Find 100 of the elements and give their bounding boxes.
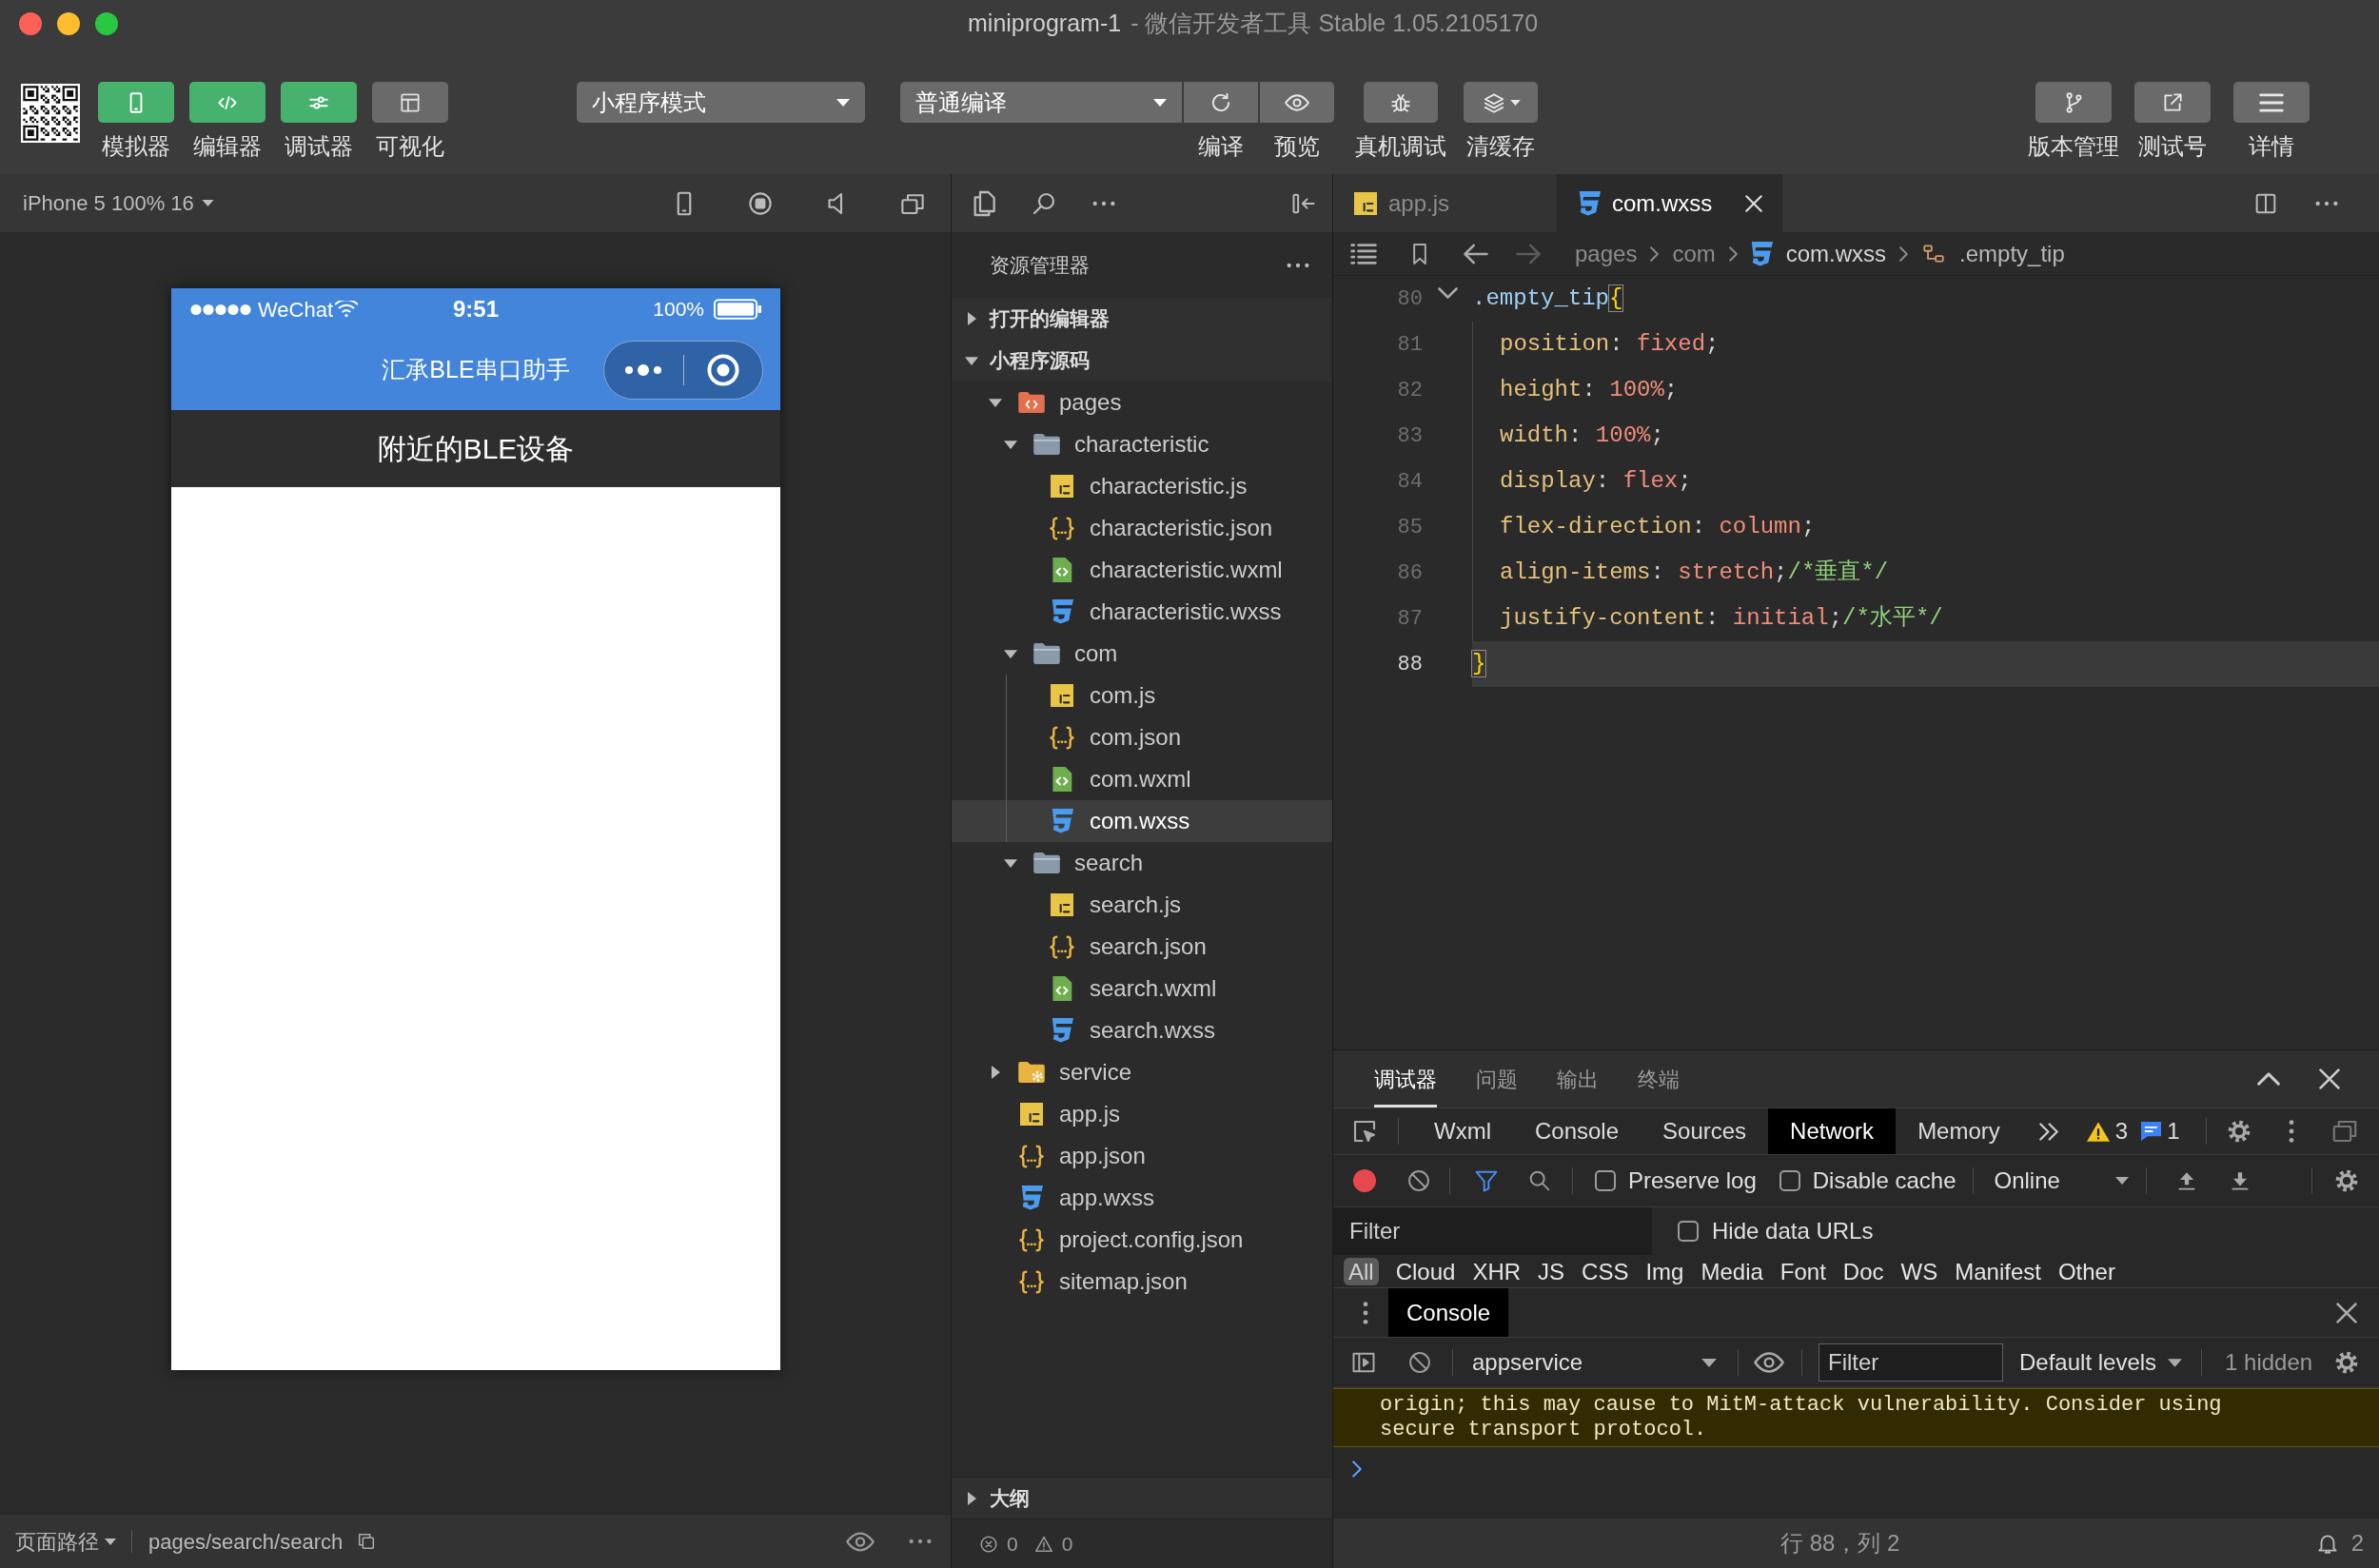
checkbox[interactable] xyxy=(1678,1221,1699,1242)
breadcrumb-item[interactable]: pages xyxy=(1575,236,1638,271)
tree-item[interactable]: com.wxml xyxy=(952,758,1332,800)
devtools-tab[interactable]: Network xyxy=(1768,1108,1897,1154)
type-filter[interactable]: Manifest xyxy=(1955,1258,2041,1285)
tree-item[interactable]: search.js xyxy=(952,884,1332,926)
toggle-button[interactable] xyxy=(281,82,357,123)
type-filter[interactable]: Media xyxy=(1701,1258,1763,1285)
compile-dropdown[interactable]: 普通编译 xyxy=(900,82,1182,123)
throttling-dropdown[interactable]: Online xyxy=(1994,1164,2130,1198)
checkbox-label[interactable]: Hide data URLs xyxy=(1712,1214,1874,1248)
type-filter[interactable]: WS xyxy=(1900,1258,1938,1285)
tree-item[interactable]: search.wxss xyxy=(952,1009,1332,1051)
tree-item[interactable]: app.wxss xyxy=(952,1177,1332,1219)
drawer-menu-icon[interactable] xyxy=(1363,1301,1368,1324)
tree-item[interactable]: com xyxy=(952,633,1332,675)
more-icon[interactable] xyxy=(2289,1120,2294,1143)
more-tabs-icon[interactable] xyxy=(2038,1122,2058,1141)
minimize-button[interactable] xyxy=(57,12,80,35)
clear-icon[interactable] xyxy=(1406,1167,1432,1194)
breadcrumb-item[interactable]: .empty_tip xyxy=(1959,236,2065,271)
eye-icon[interactable] xyxy=(846,1531,875,1552)
type-filter[interactable]: CSS xyxy=(1582,1258,1629,1285)
settings-icon[interactable] xyxy=(2226,1118,2252,1145)
fold-chevron-icon[interactable] xyxy=(1437,287,1458,299)
type-filter[interactable]: Img xyxy=(1645,1258,1684,1285)
device-dropdown[interactable]: iPhone 5 100% 16 xyxy=(23,187,214,219)
levels-dropdown[interactable]: Default levels xyxy=(2019,1345,2183,1380)
close-icon[interactable] xyxy=(2336,1302,2357,1323)
type-filter[interactable]: Cloud xyxy=(1395,1258,1456,1285)
type-filter[interactable]: XHR xyxy=(1472,1258,1522,1285)
toggle-button[interactable] xyxy=(98,82,174,123)
tree-item[interactable]: service xyxy=(952,1051,1332,1093)
toggle-button[interactable] xyxy=(189,82,265,123)
toolbar-button[interactable] xyxy=(2233,82,2310,123)
tree-item[interactable]: characteristic.js xyxy=(952,465,1332,507)
close-icon[interactable] xyxy=(2319,1068,2340,1089)
toolbar-button[interactable] xyxy=(1364,82,1438,123)
more-icon[interactable] xyxy=(909,1539,932,1544)
more-icon[interactable] xyxy=(1287,262,1309,268)
devtools-tab[interactable]: Wxml xyxy=(1412,1108,1513,1154)
toggle-button[interactable] xyxy=(372,82,448,123)
checkbox[interactable] xyxy=(1779,1170,1800,1191)
settings-icon[interactable] xyxy=(2333,1349,2360,1376)
more-icon[interactable] xyxy=(2315,200,2338,206)
settings-icon[interactable] xyxy=(2333,1167,2360,1194)
panel-tab[interactable]: 输出 xyxy=(1557,1050,1599,1107)
back-arrow-icon[interactable] xyxy=(1464,243,1488,265)
toolbar-button[interactable] xyxy=(1184,82,1258,123)
tree-item[interactable]: project.config.json xyxy=(952,1219,1332,1261)
tree-item[interactable]: app.js xyxy=(952,1093,1332,1135)
eye-icon[interactable] xyxy=(1754,1352,1784,1373)
toolbar-button[interactable] xyxy=(2134,82,2211,123)
section-header[interactable]: 小程序源码 xyxy=(952,340,1332,382)
devtools-tab[interactable]: Console xyxy=(1513,1108,1642,1154)
record-icon[interactable] xyxy=(1353,1169,1376,1192)
panel-tab[interactable]: 问题 xyxy=(1476,1050,1518,1107)
filter-field[interactable]: Filter xyxy=(1819,1343,2003,1382)
breadcrumb-item[interactable]: com.wxss xyxy=(1785,236,1887,271)
tree-item[interactable]: characteristic.wxss xyxy=(952,591,1332,633)
tree-item[interactable]: sitemap.json xyxy=(952,1261,1332,1303)
tree-item[interactable]: com.json xyxy=(952,716,1332,758)
tree-item[interactable]: search.wxml xyxy=(952,968,1332,1009)
mode-dropdown[interactable]: 小程序模式 xyxy=(577,82,865,123)
devtools-tab[interactable]: Sources xyxy=(1641,1108,1769,1154)
type-filter[interactable]: Font xyxy=(1779,1258,1826,1285)
checkbox[interactable] xyxy=(1595,1170,1616,1191)
toolbar-button[interactable] xyxy=(2035,82,2112,123)
filter-field[interactable]: Filter xyxy=(1333,1207,1652,1255)
tree-item[interactable]: pages xyxy=(952,382,1332,423)
chevron-up-icon[interactable] xyxy=(2257,1072,2280,1086)
close-button[interactable] xyxy=(19,12,42,35)
qr-code-icon[interactable] xyxy=(21,84,80,143)
toolbar-button[interactable] xyxy=(1260,82,1334,123)
checkbox-label[interactable]: Preserve log xyxy=(1628,1164,1757,1198)
type-filter[interactable]: JS xyxy=(1538,1258,1565,1285)
tree-item[interactable]: characteristic.wxml xyxy=(952,549,1332,591)
clear-icon[interactable] xyxy=(1406,1349,1433,1376)
toolbar-button[interactable] xyxy=(1464,82,1538,123)
drawer-tab[interactable]: Console xyxy=(1388,1288,1509,1337)
context-dropdown[interactable]: appservice xyxy=(1472,1345,1717,1380)
checkbox-label[interactable]: Disable cache xyxy=(1812,1164,1956,1198)
tree-item[interactable]: characteristic.json xyxy=(952,507,1332,549)
tree-item[interactable]: com.wxss xyxy=(952,800,1332,842)
tree-item[interactable]: app.json xyxy=(952,1135,1332,1177)
type-filter[interactable]: Doc xyxy=(1842,1258,1884,1285)
section-header[interactable]: 大纲 xyxy=(952,1477,1332,1519)
section-header[interactable]: 打开的编辑器 xyxy=(952,298,1332,340)
tree-item[interactable]: com.js xyxy=(952,675,1332,716)
editor-tab[interactable]: com.wxss xyxy=(1558,174,1782,232)
breadcrumb-item[interactable]: com xyxy=(1672,236,1716,271)
zoom-button[interactable] xyxy=(95,12,118,35)
panel-tab[interactable]: 终端 xyxy=(1638,1050,1680,1107)
more-icon[interactable] xyxy=(1092,200,1115,206)
tree-item[interactable]: search xyxy=(952,842,1332,884)
tree-item[interactable]: search.json xyxy=(952,926,1332,968)
type-filter[interactable]: Other xyxy=(2057,1258,2115,1285)
issues-button[interactable]: 3 1 xyxy=(2086,1108,2180,1154)
type-filter[interactable]: All xyxy=(1344,1258,1379,1285)
tree-item[interactable]: characteristic xyxy=(952,423,1332,465)
